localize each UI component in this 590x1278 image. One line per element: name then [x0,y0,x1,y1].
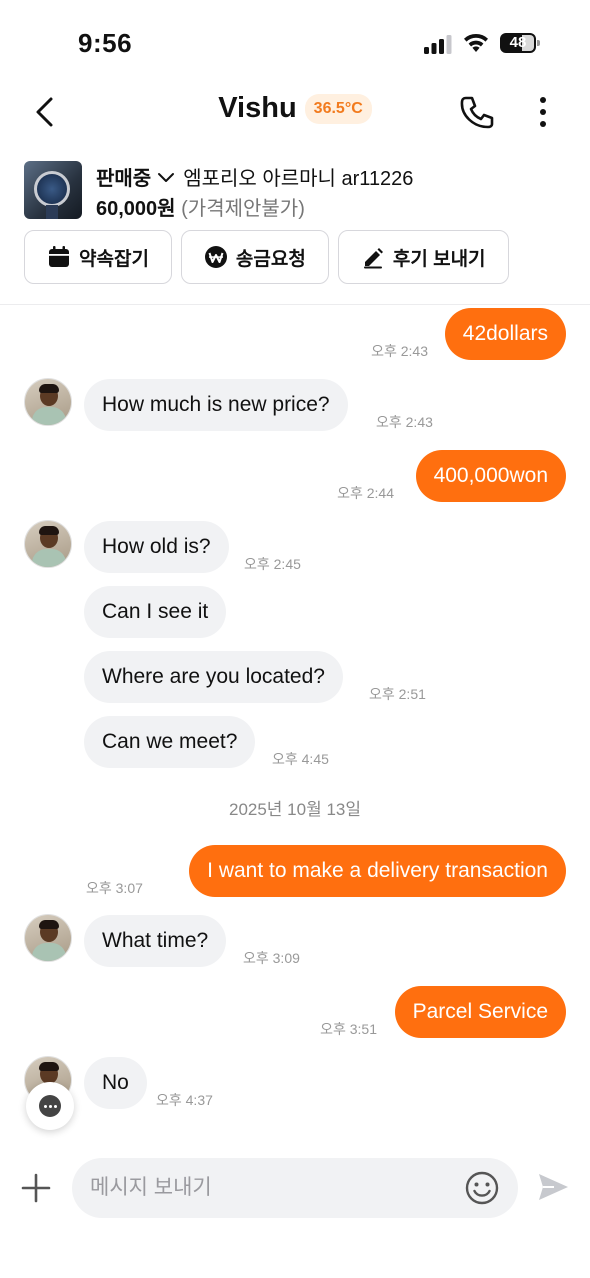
product-name: 엠포리오 아르마니 ar11226 [183,168,414,190]
avatar[interactable] [24,914,72,962]
message-time: 오후 3:51 [320,1021,377,1037]
incoming-message-bubble[interactable]: No [84,1057,147,1109]
more-options-icon[interactable] [530,94,556,130]
emoji-icon[interactable] [464,1170,500,1206]
battery-icon: 48 [500,33,540,53]
avatar[interactable] [24,520,72,568]
outgoing-message-bubble[interactable]: Parcel Service [394,986,566,1038]
message-time: 오후 3:09 [243,950,300,966]
wifi-icon [464,33,488,52]
incoming-message-bubble[interactable]: Where are you located? [84,651,343,703]
page-title[interactable]: Vishu [218,92,296,125]
remit-request-button[interactable]: 송금요청 [180,230,329,284]
send-review-label: 후기 보내기 [392,248,486,270]
battery-level: 48 [509,34,527,51]
message-time: 오후 2:43 [371,343,428,359]
appointment-button[interactable]: 약속잡기 [24,230,172,284]
phone-icon[interactable] [458,94,494,130]
product-price-line: 60,000원 (가격제안불가) [96,192,305,221]
outgoing-message-bubble[interactable]: 42dollars [444,308,566,360]
avatar[interactable] [24,378,72,426]
message-time: 오후 4:45 [272,751,329,767]
date-separator: 2025년 10월 13일 [228,800,361,819]
message-time: 오후 2:51 [369,686,426,702]
message-time: 오후 2:43 [376,414,433,430]
send-icon[interactable] [536,1170,570,1204]
chat-header: Vishu 36.5°C [0,80,590,146]
chat-messages[interactable]: 오후 2:43 42dollars How much is new price?… [0,305,590,1145]
product-thumbnail[interactable] [24,161,82,219]
cellular-signal-icon [424,35,452,54]
manner-temperature-badge[interactable]: 36.5°C [304,93,372,124]
sale-status-dropdown[interactable]: 판매중 [96,162,151,191]
message-time: 오후 3:07 [86,880,143,896]
product-summary[interactable]: 판매중 엠포리오 아르마니 ar11226 60,000원 (가격제안불가) [0,158,590,222]
incoming-message-bubble[interactable]: How much is new price? [84,379,348,431]
incoming-message-bubble[interactable]: Can I see it [84,586,227,638]
message-input[interactable] [90,1158,460,1218]
appointment-label: 약속잡기 [79,248,149,270]
quick-reply-button[interactable] [26,1082,74,1130]
outgoing-message-bubble[interactable]: 400,000won [415,450,566,502]
send-review-button[interactable]: 후기 보내기 [337,230,509,284]
product-title-line: 판매중 엠포리오 아르마니 ar11226 [96,162,413,191]
message-time: 오후 2:45 [244,556,301,572]
product-price: 60,000원 [96,198,176,220]
incoming-message-bubble[interactable]: What time? [84,915,227,967]
chat-bubble-icon [39,1095,61,1117]
calendar-icon [49,246,69,267]
action-buttons: 약속잡기 송금요청 후기 보내기 [24,230,509,284]
status-time: 9:56 [78,28,133,58]
status-bar: 9:56 48 [0,0,590,80]
message-input-bar [0,1156,590,1220]
incoming-message-bubble[interactable]: Can we meet? [84,716,256,768]
pencil-icon [363,248,383,269]
negotiation-note: (가격제안불가) [181,198,305,220]
message-time: 오후 2:44 [337,485,394,501]
chevron-down-icon[interactable] [157,168,175,186]
title-group: Vishu 36.5°C [0,92,590,125]
plus-icon[interactable] [20,1172,52,1204]
message-field[interactable] [72,1158,518,1218]
outgoing-message-bubble[interactable]: I want to make a delivery transaction [189,845,566,897]
incoming-message-bubble[interactable]: How old is? [84,521,229,573]
message-time: 오후 4:37 [156,1092,213,1108]
remit-request-label: 송금요청 [235,248,306,270]
won-coin-icon [204,246,227,268]
